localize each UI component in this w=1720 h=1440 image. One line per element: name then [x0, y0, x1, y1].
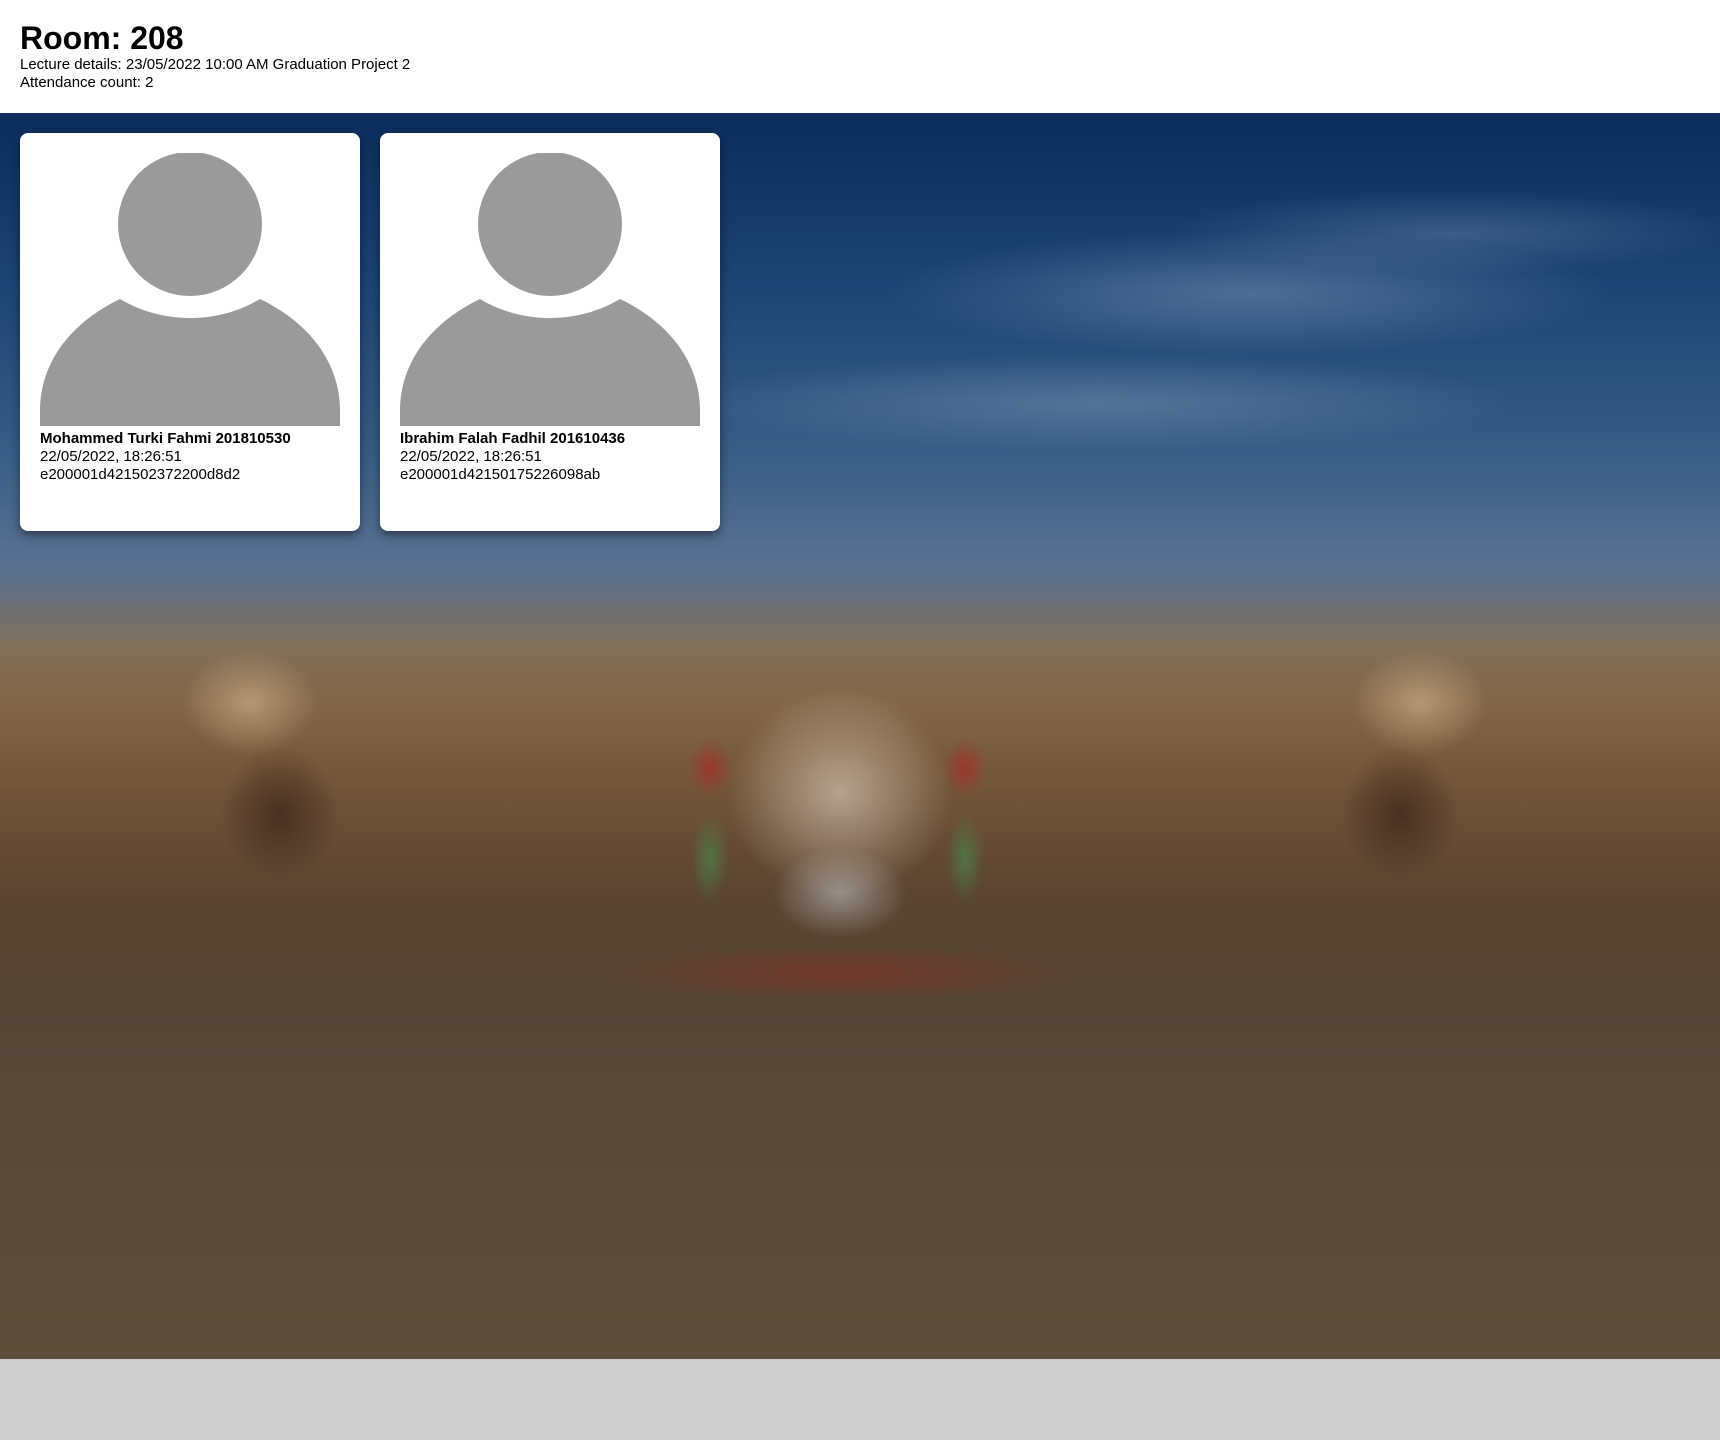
- user-placeholder-icon: [40, 153, 340, 426]
- attendee-card: Ibrahim Falah Fadhil 201610436 22/05/202…: [380, 133, 720, 531]
- attendee-tag-id: e200001d421502372200d8d2: [40, 466, 241, 483]
- attendee-timestamp: 22/05/2022, 18:26:51: [400, 448, 542, 465]
- attendee-name-id: Ibrahim Falah Fadhil 201610436: [400, 430, 626, 447]
- attendee-tag-id: e200001d42150175226098ab: [400, 466, 601, 483]
- attendee-name-id: Mohammed Turki Fahmi 201810530: [40, 430, 291, 447]
- lecture-details: Lecture details: 23/05/2022 10:00 AM Gra…: [20, 56, 411, 73]
- room-title: Room: 208: [20, 20, 184, 56]
- user-placeholder-icon: [400, 153, 700, 426]
- attendee-card: Mohammed Turki Fahmi 201810530 22/05/202…: [20, 133, 360, 531]
- background-building: [0, 593, 1720, 1013]
- page-header: Room: 208 Lecture details: 23/05/2022 10…: [0, 0, 1720, 113]
- attendance-count: Attendance count: 2: [20, 74, 154, 91]
- attendee-timestamp: 22/05/2022, 18:26:51: [40, 448, 182, 465]
